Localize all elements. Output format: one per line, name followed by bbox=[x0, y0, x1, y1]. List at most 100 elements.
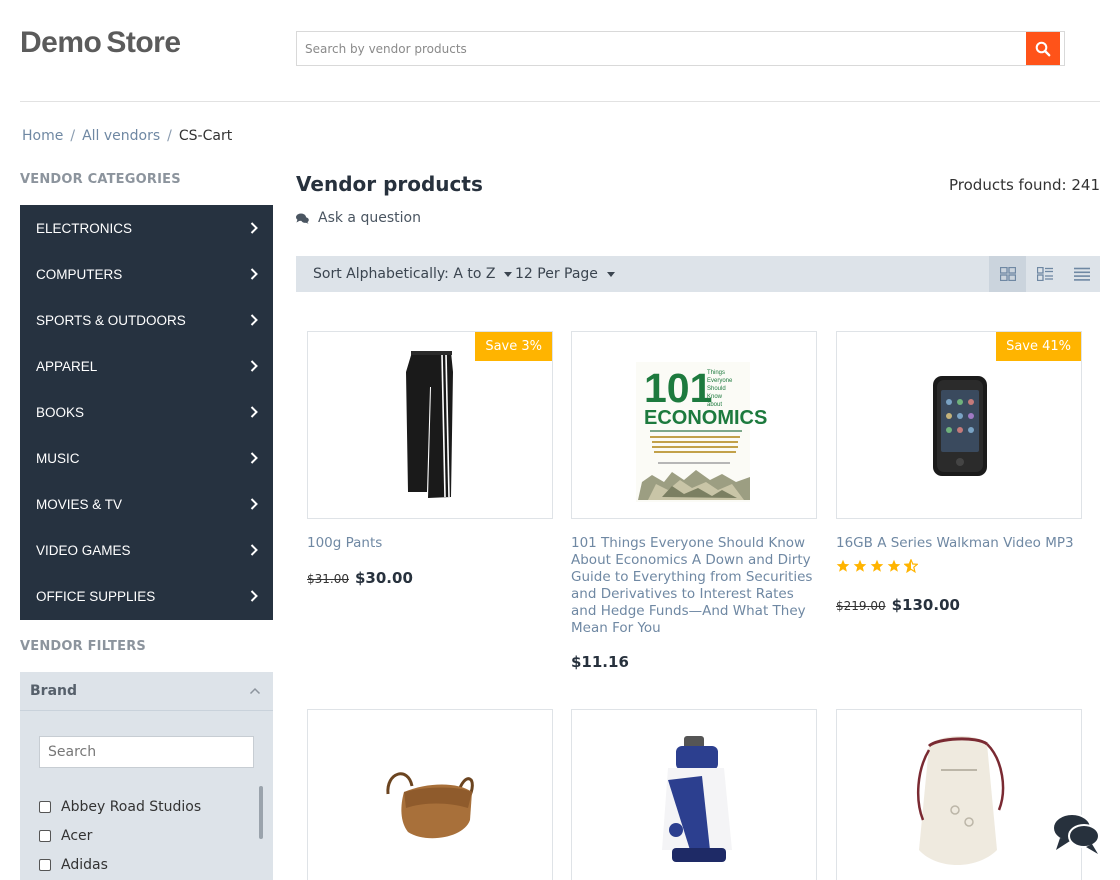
product-card-backpack[interactable] bbox=[836, 709, 1082, 880]
product-price: $219.00 $130.00 bbox=[836, 596, 960, 614]
category-label: BOOKS bbox=[36, 404, 85, 420]
old-price: $31.00 bbox=[307, 572, 349, 586]
product-price: $11.16 bbox=[571, 653, 629, 671]
per-page-label: 12 Per Page bbox=[515, 266, 598, 282]
category-apparel[interactable]: APPAREL bbox=[20, 343, 273, 389]
discount-badge: Save 41% bbox=[996, 332, 1081, 361]
grid-view-button[interactable] bbox=[989, 256, 1026, 292]
chat-bubbles-icon bbox=[296, 213, 309, 224]
product-card-walkman[interactable]: Save 41% bbox=[836, 331, 1082, 519]
category-sports-outdoors[interactable]: SPORTS & OUTDOORS bbox=[20, 297, 273, 343]
product-card-100g-pants[interactable]: Save 3% bbox=[307, 331, 553, 519]
brand-search-field bbox=[39, 736, 254, 768]
search-button[interactable] bbox=[1026, 32, 1060, 65]
chevron-right-icon bbox=[250, 314, 258, 326]
ask-question-label: Ask a question bbox=[318, 210, 421, 226]
search-icon bbox=[1035, 41, 1051, 56]
chevron-right-icon bbox=[250, 222, 258, 234]
category-menu: ELECTRONICS COMPUTERS SPORTS & OUTDOORS … bbox=[20, 205, 273, 620]
caret-down-icon bbox=[606, 271, 615, 277]
brand-options: Abbey Road Studios Acer Adidas bbox=[39, 792, 264, 879]
products-found-count: Products found: 241 bbox=[949, 176, 1100, 194]
ask-question-link[interactable]: Ask a question bbox=[296, 210, 421, 226]
product-name-link[interactable]: 16GB A Series Walkman Video MP3 bbox=[836, 535, 1082, 552]
compact-list-view-button[interactable] bbox=[1063, 256, 1100, 292]
cover-side-2: Everyone bbox=[707, 378, 733, 384]
product-image-backpack bbox=[917, 735, 1005, 865]
sort-dropdown[interactable]: Sort Alphabetically: A to Z bbox=[313, 256, 513, 292]
current-price: $30.00 bbox=[355, 569, 413, 587]
old-price: $219.00 bbox=[836, 599, 886, 613]
brand-filter-header[interactable]: Brand bbox=[20, 672, 273, 711]
page-title: Vendor products bbox=[296, 172, 483, 196]
chevron-up-icon bbox=[249, 687, 261, 695]
category-office-supplies[interactable]: OFFICE SUPPLIES bbox=[20, 573, 273, 619]
product-name-link[interactable]: 100g Pants bbox=[307, 535, 553, 552]
cover-number: 101 bbox=[644, 365, 712, 411]
category-electronics[interactable]: ELECTRONICS bbox=[20, 205, 273, 251]
chevron-right-icon bbox=[250, 268, 258, 280]
product-image-book-cover: 101 Things Everyone Should Know about EC… bbox=[636, 362, 767, 502]
category-movies-tv[interactable]: MOVIES & TV bbox=[20, 481, 273, 527]
cover-side-3: Should bbox=[707, 386, 726, 392]
chevron-right-icon bbox=[250, 544, 258, 556]
category-computers[interactable]: COMPUTERS bbox=[20, 251, 273, 297]
category-label: COMPUTERS bbox=[36, 266, 123, 282]
breadcrumb: Home / All vendors / CS-Cart bbox=[22, 128, 233, 144]
product-image-handbag bbox=[386, 772, 474, 839]
vendor-categories-title: VENDOR CATEGORIES bbox=[20, 172, 181, 187]
product-card-handbag[interactable] bbox=[307, 709, 553, 880]
brand-filter: Brand Abbey Road Studios Acer Adidas bbox=[20, 672, 273, 880]
chevron-right-icon bbox=[250, 360, 258, 372]
product-price: $31.00 $30.00 bbox=[307, 569, 413, 587]
category-label: APPAREL bbox=[36, 358, 98, 374]
breadcrumb-current: CS-Cart bbox=[178, 128, 233, 144]
star-icon bbox=[836, 559, 850, 572]
search-bar bbox=[296, 31, 1065, 66]
cover-side-1: Things bbox=[707, 370, 725, 376]
category-video-games[interactable]: VIDEO GAMES bbox=[20, 527, 273, 573]
brand-option-adidas[interactable]: Adidas bbox=[39, 850, 264, 879]
product-name-link[interactable]: 101 Things Everyone Should Know About Ec… bbox=[571, 535, 817, 637]
chat-bubbles-icon bbox=[1052, 813, 1100, 854]
breadcrumb-all-vendors[interactable]: All vendors bbox=[82, 128, 160, 144]
sort-toolbar: Sort Alphabetically: A to Z 12 Per Page bbox=[296, 256, 1100, 292]
chevron-right-icon bbox=[250, 406, 258, 418]
grid-icon bbox=[999, 267, 1016, 281]
product-card-golf-bag[interactable] bbox=[571, 709, 817, 880]
chevron-right-icon bbox=[250, 590, 258, 602]
brand-option-acer[interactable]: Acer bbox=[39, 821, 264, 850]
list-icon bbox=[1073, 267, 1090, 281]
cover-side-4: Know bbox=[707, 394, 723, 400]
search-input[interactable] bbox=[297, 32, 1025, 65]
checkbox[interactable] bbox=[39, 829, 51, 842]
caret-down-icon bbox=[504, 271, 513, 277]
star-icon bbox=[870, 559, 884, 572]
brand-search-input[interactable] bbox=[40, 737, 253, 767]
store-logo[interactable]: Demo Store bbox=[20, 26, 181, 60]
vendor-filters-title: VENDOR FILTERS bbox=[20, 639, 146, 654]
category-label: ELECTRONICS bbox=[36, 220, 133, 236]
category-label: VIDEO GAMES bbox=[36, 542, 131, 558]
category-label: MOVIES & TV bbox=[36, 496, 123, 512]
category-music[interactable]: MUSIC bbox=[20, 435, 273, 481]
discount-badge: Save 3% bbox=[475, 332, 552, 361]
per-page-dropdown[interactable]: 12 Per Page bbox=[515, 256, 615, 292]
half-star-icon bbox=[904, 559, 918, 573]
category-label: MUSIC bbox=[36, 450, 80, 466]
checkbox[interactable] bbox=[39, 858, 51, 871]
list-view-button[interactable] bbox=[1026, 256, 1063, 292]
chevron-right-icon bbox=[250, 452, 258, 464]
checkbox[interactable] bbox=[39, 800, 51, 813]
brand-option-label: Acer bbox=[61, 827, 93, 844]
star-icon bbox=[853, 559, 867, 572]
product-card-101-things-economics[interactable]: 101 Things Everyone Should Know about EC… bbox=[571, 331, 817, 519]
category-label: SPORTS & OUTDOORS bbox=[36, 312, 186, 328]
cover-title: ECONOMICS bbox=[644, 407, 767, 429]
brand-option-label: Abbey Road Studios bbox=[61, 798, 202, 815]
live-chat-button[interactable] bbox=[1048, 808, 1104, 858]
category-books[interactable]: BOOKS bbox=[20, 389, 273, 435]
brand-option-abbey-road[interactable]: Abbey Road Studios bbox=[39, 792, 264, 821]
brand-filter-title: Brand bbox=[30, 683, 78, 699]
breadcrumb-home[interactable]: Home bbox=[22, 128, 63, 144]
